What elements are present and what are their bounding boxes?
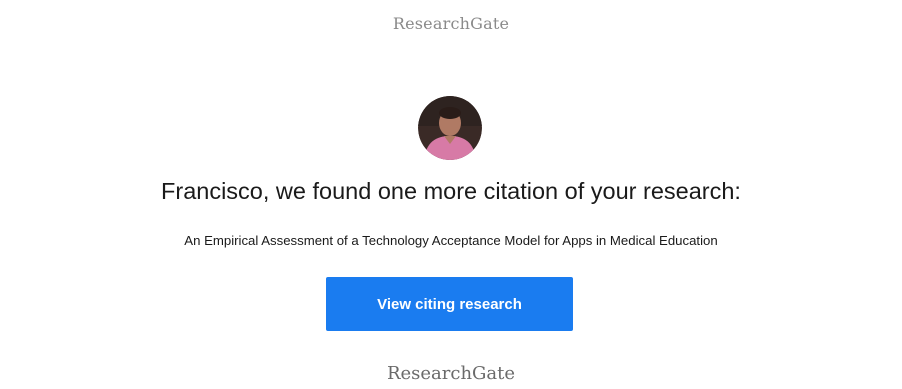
notification-headline: Francisco, we found one more citation of…: [161, 178, 741, 204]
email-notification-page: ResearchGate Francisco, we found one mor…: [0, 0, 902, 389]
view-citing-research-button[interactable]: View citing research: [326, 277, 573, 331]
avatar-photo: [418, 96, 482, 160]
brand-logo-bottom[interactable]: ResearchGate: [0, 363, 902, 384]
brand-logo-top[interactable]: ResearchGate: [0, 14, 902, 33]
avatar[interactable]: [418, 96, 482, 160]
citation-title[interactable]: An Empirical Assessment of a Technology …: [0, 233, 902, 248]
